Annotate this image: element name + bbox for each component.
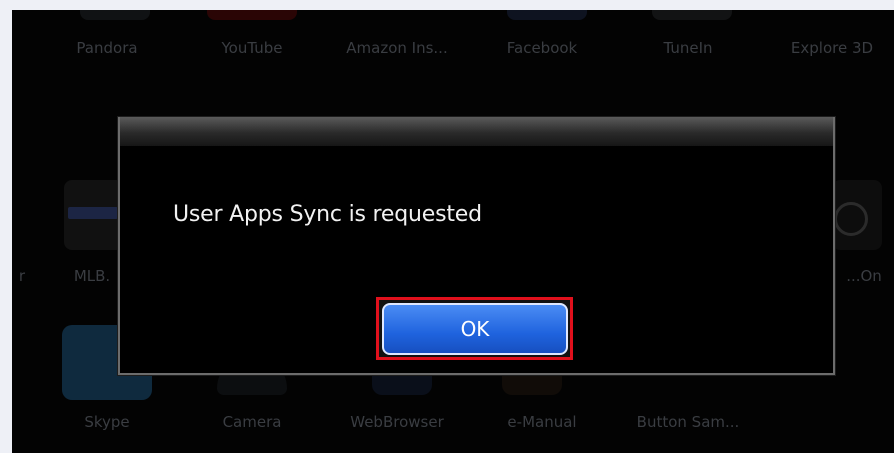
ok-button[interactable]: OK (382, 303, 568, 355)
tunein-tile[interactable] (652, 10, 732, 20)
dialog-message: User Apps Sync is requested (173, 202, 482, 227)
app-label-skype: Skype (84, 413, 130, 431)
app-label-button-sample: Button Sam... (636, 413, 740, 431)
tv-screen: Pandora YouTube Amazon Ins... Facebook T… (12, 10, 894, 453)
facebook-tile[interactable] (507, 10, 587, 20)
youtube-tile[interactable] (207, 10, 297, 20)
app-label-tunein: TuneIn (663, 39, 713, 57)
sync-dialog: User Apps Sync is requested OK (118, 117, 835, 375)
app-label-pandora: Pandora (76, 39, 138, 57)
app-label-explore3d: Explore 3D (790, 39, 874, 57)
app-label-mlb: MLB. (73, 267, 111, 285)
mlb-logo-icon (68, 207, 118, 219)
pandora-tile[interactable] (80, 10, 150, 20)
app-label-youtube: YouTube (221, 39, 283, 57)
app-label-amazon: Amazon Ins... (346, 39, 448, 57)
app-circle-icon (834, 202, 868, 236)
dialog-header (120, 117, 833, 146)
app-label-webbrowser: WebBrowser (350, 413, 444, 431)
app-label-facebook: Facebook (506, 39, 578, 57)
app-label-partial-right: ...On (846, 267, 882, 285)
app-label-camera: Camera (222, 413, 282, 431)
app-label-emanual: e-Manual (507, 413, 577, 431)
app-label-partial-left: r (18, 267, 26, 285)
